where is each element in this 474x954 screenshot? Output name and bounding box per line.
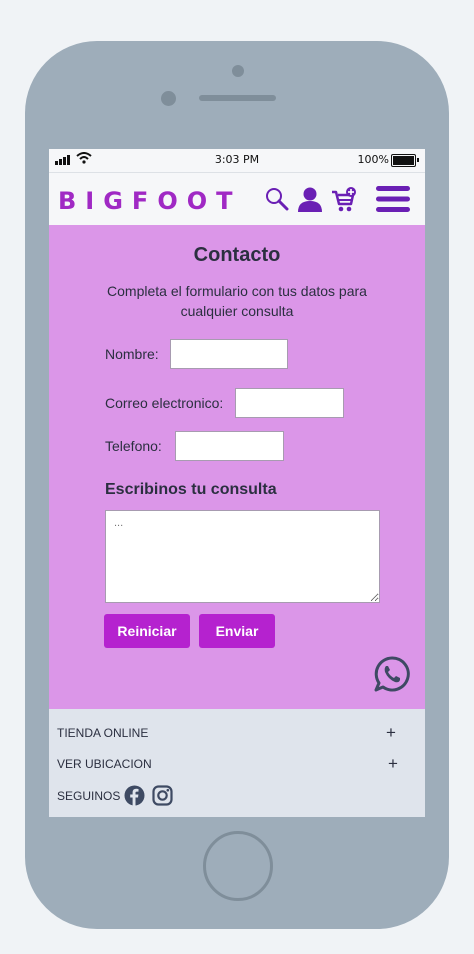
phone-camera [161, 91, 176, 106]
footer-follow-label: SEGUINOS [57, 789, 121, 803]
status-bar: 3:03 PM 100% [49, 149, 425, 173]
battery-percent: 100% [357, 153, 389, 166]
hamburger-menu-icon[interactable] [376, 185, 410, 213]
store-expand-icon[interactable]: + [386, 723, 396, 743]
facebook-icon[interactable] [124, 785, 145, 806]
brand-logo[interactable]: BIGFOOT [58, 187, 242, 215]
page-title: Contacto [193, 244, 281, 266]
cart-add-icon[interactable] [331, 187, 357, 213]
phone-label: Telefono: [105, 438, 162, 454]
contact-subtitle: Completa el formulario con tus datos par… [107, 283, 367, 319]
email-label: Correo electronico: [105, 395, 224, 411]
footer-store-link[interactable]: TIENDA ONLINE [57, 726, 148, 740]
battery-icon [391, 154, 419, 167]
phone-field[interactable] [175, 431, 284, 461]
search-icon[interactable] [265, 187, 289, 211]
phone-speaker [199, 95, 276, 101]
site-header: BIGFOOT [49, 173, 425, 225]
instagram-icon[interactable] [152, 785, 173, 806]
name-label: Nombre: [105, 346, 159, 362]
whatsapp-icon[interactable] [373, 655, 411, 693]
contact-section: Contacto Completa el formulario con tus … [49, 225, 425, 709]
user-icon[interactable] [298, 187, 322, 212]
email-field[interactable] [235, 388, 344, 418]
phone-sensor [232, 65, 244, 77]
reset-button[interactable]: Reiniciar [104, 614, 190, 648]
footer-location-link[interactable]: VER UBICACION [57, 757, 152, 771]
query-title: Escribinos tu consulta [105, 481, 277, 498]
phone-screen: 3:03 PM 100% BIGFOOT Contacto Completa e… [49, 149, 425, 817]
send-button[interactable]: Enviar [199, 614, 275, 648]
location-expand-icon[interactable]: + [388, 754, 398, 774]
site-footer: TIENDA ONLINE + VER UBICACION + SEGUINOS [49, 709, 425, 817]
home-button[interactable] [203, 831, 273, 901]
query-textarea[interactable] [105, 510, 380, 603]
name-field[interactable] [170, 339, 288, 369]
